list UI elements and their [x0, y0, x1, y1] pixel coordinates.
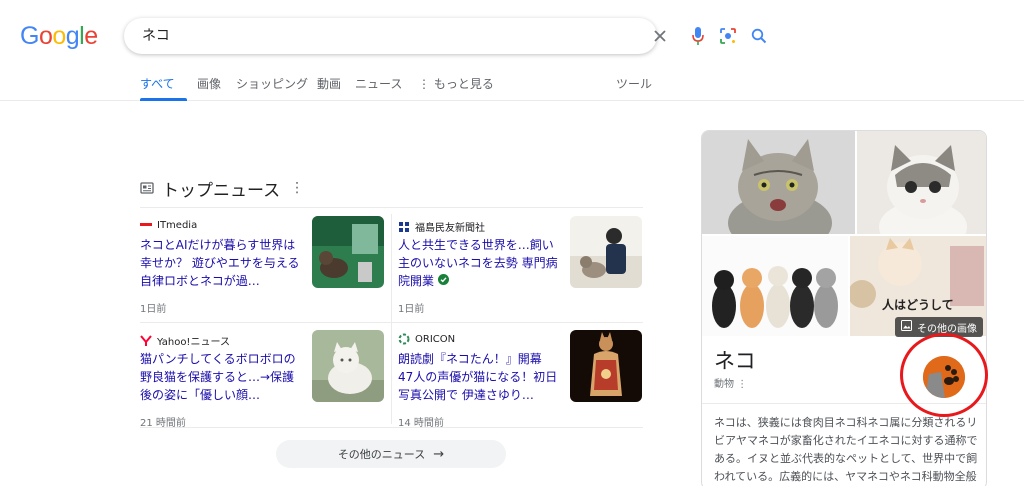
- cat-image[interactable]: [857, 131, 986, 234]
- microphone-icon[interactable]: [688, 26, 708, 46]
- news-icon: [140, 179, 154, 198]
- source-name: ORICON: [415, 333, 456, 345]
- tab-shopping[interactable]: ショッピング: [236, 75, 308, 92]
- news-time: 21 時間前: [140, 418, 186, 429]
- oricon-icon: [398, 333, 410, 345]
- news-card[interactable]: Yahoo!ニュース 猫パンチしてくるボロボロの野良猫を保護すると…→保護後の姿…: [140, 330, 386, 442]
- logo-letter: o: [38, 22, 53, 50]
- tab-videos[interactable]: 動画: [317, 75, 341, 92]
- news-source: 福島民友新聞社: [398, 219, 485, 234]
- divider: [140, 207, 643, 208]
- fukushima-minyu-icon: [398, 221, 410, 233]
- source-name: 福島民友新聞社: [415, 223, 485, 234]
- itmedia-icon: [140, 219, 152, 231]
- cat-image[interactable]: [702, 131, 855, 234]
- news-card[interactable]: 福島民友新聞社 人と共生できる世界を…飼い主のいないネコを去勢 専門病院開業 1…: [398, 216, 644, 328]
- news-source: ORICON: [398, 333, 455, 345]
- clear-icon[interactable]: [650, 26, 670, 46]
- source-name: ITmedia: [157, 219, 198, 231]
- news-headline[interactable]: 朗読劇『ネコたん！』開幕 47人の声優が猫になる！初日写真公開で 伊達さゆり…: [398, 350, 558, 404]
- news-thumbnail[interactable]: [312, 216, 384, 288]
- top-news-header: トップニュース ⋮: [140, 176, 304, 201]
- knowledge-panel: 人はどうして その他の画像 ネコ 動物 ⋮ ネコは、狭義には食肉目ネコ科ネコ属に…: [701, 130, 987, 486]
- arrow-right-icon: →: [433, 446, 445, 462]
- news-headline[interactable]: 人と共生できる世界を…飼い主のいないネコを去勢 専門病院開業: [398, 236, 558, 290]
- search-box: [124, 18, 767, 54]
- search-input[interactable]: [142, 27, 502, 43]
- headline-text: 人と共生できる世界を…飼い主のいないネコを去勢 専門病院開業: [398, 238, 558, 288]
- more-options-icon[interactable]: ⋮: [290, 180, 304, 196]
- tab-all[interactable]: すべて: [140, 75, 175, 92]
- more-news-button[interactable]: その他のニュース →: [276, 440, 506, 468]
- image-caption: 人はどうして: [882, 298, 954, 312]
- yahoo-icon: [140, 334, 152, 347]
- news-thumbnail[interactable]: [312, 330, 384, 402]
- news-card[interactable]: ITmedia ネコとAIだけが暮らす世界は幸せか？ 遊びやエサを与える自律ロボ…: [140, 216, 386, 328]
- logo-letter: o: [52, 22, 66, 50]
- more-news-label: その他のニュース: [337, 448, 426, 461]
- entity-description: ネコは、狭義には食肉目ネコ科ネコ属に分類されるリビアヤマネコが家畜化されたイエネ…: [714, 416, 978, 483]
- active-tab-indicator: [140, 98, 187, 101]
- logo-letter: e: [84, 22, 98, 50]
- tab-news[interactable]: ニュース: [355, 75, 402, 92]
- verified-icon: [437, 274, 449, 288]
- tab-images[interactable]: 画像: [197, 75, 221, 92]
- news-thumbnail[interactable]: [570, 216, 642, 288]
- entity-subtitle[interactable]: 動物 ⋮: [714, 375, 747, 390]
- logo-letter: g: [65, 22, 80, 50]
- google-logo[interactable]: Google: [20, 22, 98, 51]
- news-time: 1日前: [398, 304, 425, 315]
- search-icon[interactable]: [749, 26, 769, 46]
- lens-icon[interactable]: [718, 26, 738, 46]
- news-headline[interactable]: ネコとAIだけが暮らす世界は幸せか？ 遊びやエサを与える自律ロボとネコが過…: [140, 236, 300, 290]
- news-time: 14 時間前: [398, 418, 444, 429]
- news-source: ITmedia: [140, 219, 197, 231]
- tools-button[interactable]: ツール: [616, 75, 652, 92]
- news-thumbnail[interactable]: [570, 330, 642, 402]
- tab-more[interactable]: ⋮ もっと見る: [418, 75, 494, 92]
- entity-title: ネコ: [714, 349, 756, 373]
- news-source: Yahoo!ニュース: [140, 333, 230, 348]
- news-headline[interactable]: 猫パンチしてくるボロボロの野良猫を保護すると…→保護後の姿に「優しい顔…: [140, 350, 300, 404]
- cat-image[interactable]: [702, 236, 848, 336]
- top-news-title: トップニュース: [162, 180, 281, 201]
- image-icon: [901, 320, 912, 334]
- highlight-circle: [900, 333, 988, 417]
- source-name: Yahoo!ニュース: [157, 337, 230, 348]
- header: Google すべて 画像 ショッピング 動画 ニュース ⋮ もっと見る ツール: [0, 0, 1024, 101]
- divider: [391, 214, 392, 424]
- news-card[interactable]: ORICON 朗読劇『ネコたん！』開幕 47人の声優が猫になる！初日写真公開で …: [398, 330, 644, 442]
- news-time: 1日前: [140, 304, 167, 315]
- logo-letter: G: [20, 22, 39, 50]
